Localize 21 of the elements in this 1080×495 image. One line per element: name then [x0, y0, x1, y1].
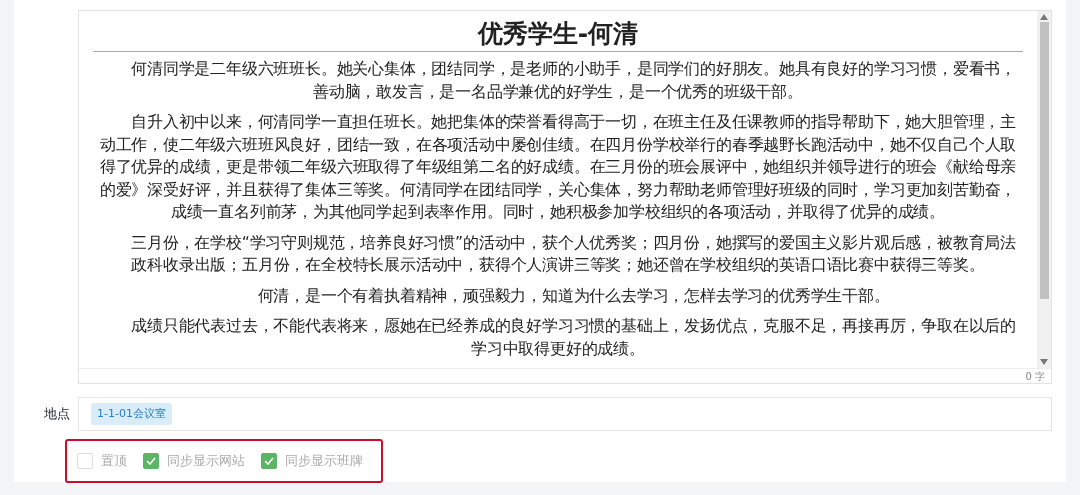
- location-field[interactable]: 1-1-01会议室: [78, 397, 1052, 431]
- paragraph: 成绩只能代表过去，不能代表将来，愿她在已经养成的良好学习习惯的基础上，发扬优点，克服不足，再接再厉，争取在以后的学习中取得更好的成绩。: [130, 316, 1017, 360]
- checkbox[interactable]: [261, 453, 277, 469]
- scroll-down-icon[interactable]: [1040, 359, 1048, 365]
- document-title: 优秀学生-何清: [93, 19, 1023, 52]
- field-label: 地点: [44, 405, 70, 424]
- word-count: 0 字: [79, 368, 1051, 383]
- checkbox[interactable]: [143, 453, 159, 469]
- scroll-up-icon[interactable]: [1040, 14, 1048, 20]
- paragraph: 何清同学是二年级六班班长。她关心集体，团结同学，是老师的小助手，是同学们的好朋友。她具有良好的学习习惯，爱看书，善动脑，敢发言，是一名品学兼优的好学生，是一个优秀的班级干部。: [130, 59, 1017, 103]
- checkbox-label: 同步显示班牌: [285, 452, 363, 471]
- paragraph: 自升入初中以来，何清同学一直担任班长。她把集体的荣誉看得高于一切，在班主任及任课教师的指导帮助下，她大胆管理，主动工作，使二年级六班班风良好，团结一致，在各项活动中屡创佳绩。在四月份学校举行的春季越野长跑活动中，她不仅自己个人取得了优异的成绩，更是带领二年级六班取得了年级组第二名的好成绩。在三月份的班会展评中，她组织并领导进行的班会《献给母亲的爱》深受好评，并且获得了集体三等奖。何清同学在团结同学，关心集体，努力帮助老师管理好班级的同时，学习更加刻苦勤奋，成绩一直名列前茅，为其他同学起到表率作用。同时，她积极参加学校组织的各项活动，并取得了优异的成绩。: [98, 112, 1018, 223]
- check-icon: [146, 457, 156, 465]
- checkbox-label: 置顶: [101, 452, 127, 471]
- paragraph: 三月份，在学校“学习守则规范，培养良好习惯”的活动中，获个人优秀奖；四月份，她撰写的爱国主义影片观后感，被教育局法政科收录出版；五月份，在全校特长展示活动中，获得个人演讲三等奖；她还曾在学校组织的英语口语比赛中获得三等奖。: [130, 232, 1017, 276]
- check-icon: [264, 457, 274, 465]
- text-editor[interactable]: [78, 10, 1052, 384]
- location-tag: 1-1-01会议室: [91, 402, 172, 426]
- scrollbar-thumb[interactable]: [1039, 22, 1049, 299]
- checkbox-label: 同步显示网站: [167, 452, 245, 471]
- paragraph: 何清，是一个有着执着精神，顽强毅力，知道为什么去学习，怎样去学习的优秀学生干部。: [256, 285, 891, 307]
